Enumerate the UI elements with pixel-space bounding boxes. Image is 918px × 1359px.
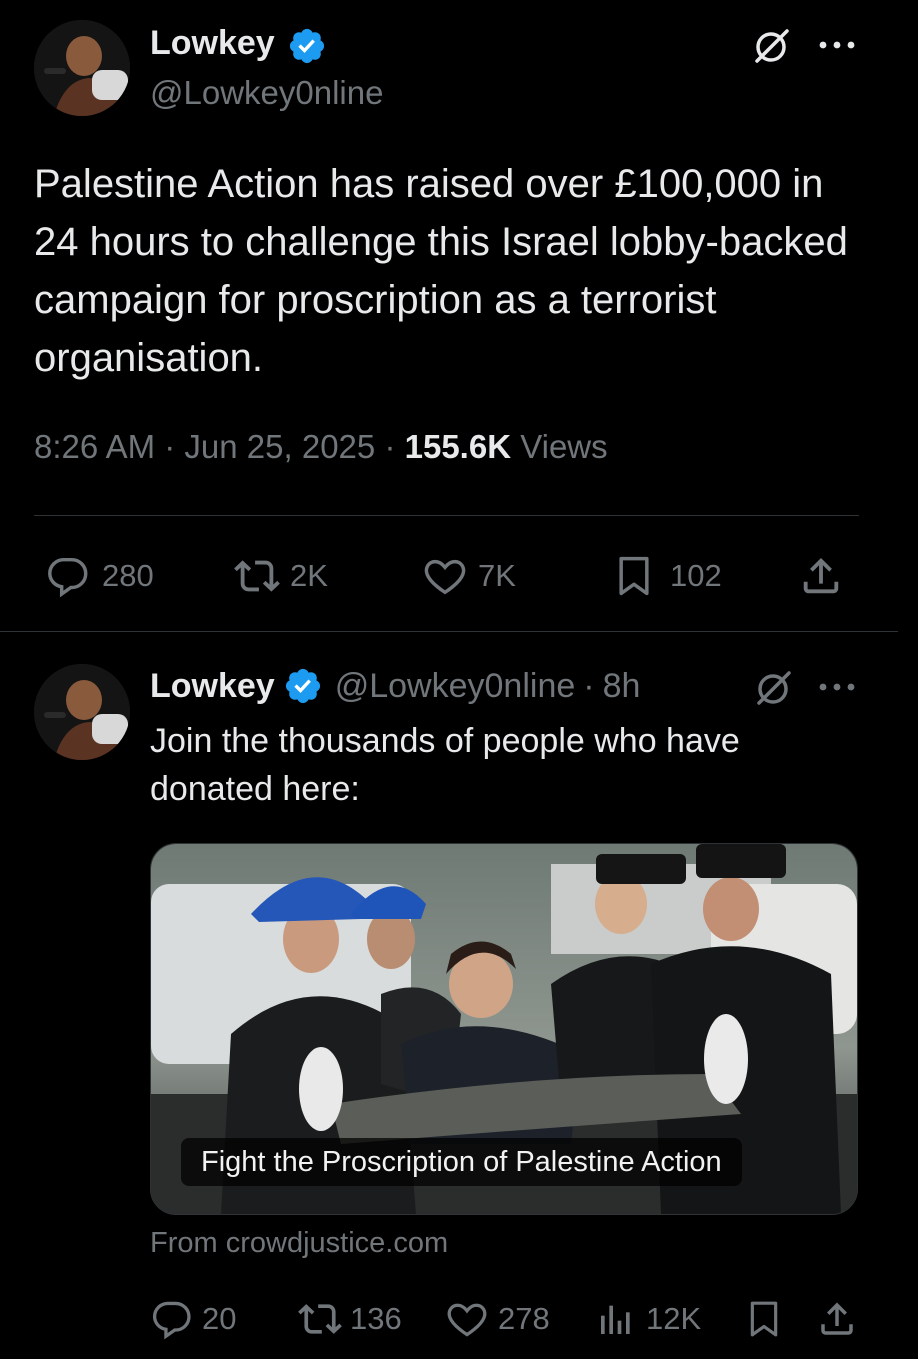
repost-count: 2K xyxy=(290,558,328,593)
reply-button[interactable]: 20 xyxy=(150,1297,236,1341)
share-button[interactable] xyxy=(816,1296,858,1342)
reply-count: 280 xyxy=(102,558,154,593)
author-handle[interactable]: @Lowkey0nline xyxy=(150,74,383,112)
views-count: 12K xyxy=(646,1301,702,1336)
like-button[interactable]: 278 xyxy=(444,1297,550,1341)
meta-separator: · xyxy=(583,666,595,705)
repost-icon xyxy=(234,560,280,592)
repost-button[interactable]: 2K xyxy=(230,553,328,599)
tweet-text: Palestine Action has raised over £100,00… xyxy=(34,162,848,380)
tweet-time[interactable]: 8:26 AM xyxy=(34,428,155,465)
grok-icon[interactable] xyxy=(750,666,796,712)
bookmark-icon xyxy=(750,1301,778,1337)
like-button[interactable]: 7K xyxy=(420,553,516,599)
avatar[interactable] xyxy=(34,20,130,116)
share-icon xyxy=(803,557,839,594)
views-count: 155.6K xyxy=(404,428,512,465)
grok-icon[interactable] xyxy=(748,24,794,70)
link-card[interactable]: Fight the Proscription of Palestine Acti… xyxy=(150,843,858,1215)
bookmark-button[interactable]: 102 xyxy=(612,551,722,601)
divider xyxy=(34,515,859,516)
like-count: 278 xyxy=(498,1301,550,1336)
avatar[interactable] xyxy=(34,664,130,760)
card-title: Fight the Proscription of Palestine Acti… xyxy=(181,1138,742,1186)
views-label: Views xyxy=(520,428,608,465)
author-name[interactable]: Lowkey xyxy=(150,24,275,63)
like-icon xyxy=(424,559,466,595)
more-icon[interactable] xyxy=(815,30,859,60)
tweet-time-ago[interactable]: 8h xyxy=(603,667,641,706)
repost-button[interactable]: 136 xyxy=(296,1297,402,1341)
card-source[interactable]: From crowdjustice.com xyxy=(150,1227,448,1260)
bookmark-icon xyxy=(619,556,649,596)
bookmark-button[interactable] xyxy=(744,1296,784,1342)
reply-icon xyxy=(48,557,88,598)
share-button[interactable] xyxy=(798,552,844,600)
verified-badge-icon xyxy=(287,26,327,66)
reply-count: 20 xyxy=(202,1301,237,1336)
tweet-meta: 8:26 AM · Jun 25, 2025 · 155.6K Views xyxy=(34,428,608,466)
reply-button[interactable]: 280 xyxy=(44,553,154,599)
author-name[interactable]: Lowkey xyxy=(150,667,275,706)
divider xyxy=(0,631,898,632)
reply-text: Join the thousands of people who have do… xyxy=(150,722,740,808)
author-handle[interactable]: @Lowkey0nline xyxy=(335,667,576,706)
tweet-date[interactable]: Jun 25, 2025 xyxy=(184,428,375,465)
share-icon xyxy=(821,1302,853,1335)
like-icon xyxy=(447,1303,487,1337)
reply-header: Lowkey @Lowkey0nline · 8h xyxy=(150,666,640,706)
like-count: 7K xyxy=(478,558,516,593)
repost-icon xyxy=(298,1304,342,1334)
verified-badge-icon xyxy=(283,666,323,706)
bookmark-count: 102 xyxy=(670,558,722,593)
views-button[interactable]: 12K xyxy=(596,1297,701,1341)
reply-icon xyxy=(152,1301,191,1340)
more-icon[interactable] xyxy=(815,672,859,702)
meta-separator: · xyxy=(164,428,176,465)
meta-separator: · xyxy=(384,428,396,465)
repost-count: 136 xyxy=(350,1301,402,1336)
views-icon xyxy=(601,1305,630,1334)
